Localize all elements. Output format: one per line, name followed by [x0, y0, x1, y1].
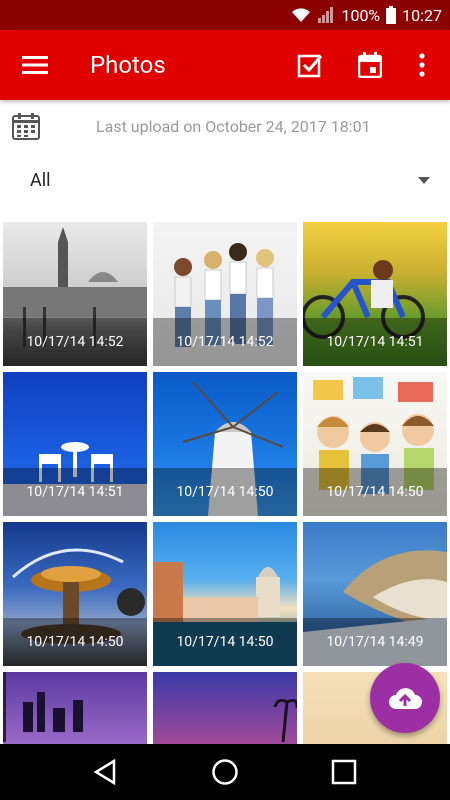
- photo-tile[interactable]: 10/17/14 14:52: [153, 222, 297, 366]
- photo-timestamp: 10/17/14 14:52: [3, 318, 147, 366]
- filter-selected-value: All: [30, 170, 51, 191]
- photo-tile[interactable]: [153, 672, 297, 744]
- home-icon: [212, 759, 238, 785]
- photo-tile[interactable]: 10/17/14 14:50: [153, 522, 297, 666]
- back-button[interactable]: [75, 744, 135, 800]
- app-bar: Photos: [0, 30, 450, 100]
- photo-tile[interactable]: [3, 672, 147, 744]
- back-icon: [93, 759, 116, 785]
- photo-timestamp: 10/17/14 14:51: [303, 318, 447, 366]
- photo-tile[interactable]: 10/17/14 14:52: [3, 222, 147, 366]
- status-bar: 100% 10:27: [0, 0, 450, 30]
- last-upload-text: Last upload on October 24, 2017 18:01: [96, 117, 371, 136]
- cell-signal-icon: [318, 7, 334, 23]
- photo-image: [273, 698, 297, 743]
- recents-button[interactable]: [314, 744, 374, 800]
- photo-timestamp: 10/17/14 14:50: [303, 468, 447, 516]
- photo-tile[interactable]: 10/17/14 14:50: [153, 372, 297, 516]
- photo-tile[interactable]: 10/17/14 14:51: [303, 222, 447, 366]
- photo-grid: 10/17/14 14:52 10/17/14 14:52 10/17/14 1…: [0, 222, 450, 744]
- photo-timestamp: 10/17/14 14:50: [153, 468, 297, 516]
- filter-dropdown[interactable]: All: [0, 154, 450, 208]
- calendar-button[interactable]: [352, 47, 388, 83]
- photo-tile[interactable]: 10/17/14 14:50: [303, 372, 447, 516]
- chevron-down-icon: [418, 177, 430, 184]
- recents-icon: [331, 759, 357, 785]
- upload-fab[interactable]: [370, 663, 440, 733]
- clock: 10:27: [402, 5, 442, 25]
- photo-timestamp: 10/17/14 14:52: [153, 318, 297, 366]
- cloud-upload-icon: [389, 688, 422, 709]
- home-button[interactable]: [195, 744, 255, 800]
- battery-icon: [386, 6, 397, 24]
- check-square-icon: [297, 54, 323, 78]
- photo-timestamp: 10/17/14 14:49: [303, 618, 447, 666]
- more-vert-icon: [419, 53, 425, 77]
- menu-icon: [22, 56, 48, 74]
- last-upload-row: Last upload on October 24, 2017 18:01: [0, 100, 450, 154]
- photo-tile[interactable]: 10/17/14 14:49: [303, 522, 447, 666]
- page-title: Photos: [90, 51, 166, 79]
- photo-timestamp: 10/17/14 14:51: [3, 468, 147, 516]
- calendar-grid-icon: [12, 113, 40, 140]
- select-button[interactable]: [292, 47, 328, 83]
- wifi-icon: [292, 8, 311, 22]
- more-options-button[interactable]: [404, 47, 440, 83]
- photo-timestamp: 10/17/14 14:50: [3, 618, 147, 666]
- photo-tile[interactable]: 10/17/14 14:50: [3, 522, 147, 666]
- photo-image: [3, 672, 83, 742]
- status-indicators: 100% 10:27: [291, 0, 442, 30]
- photo-timestamp: 10/17/14 14:50: [153, 618, 297, 666]
- menu-button[interactable]: [17, 47, 53, 83]
- system-nav-bar: [0, 744, 450, 800]
- calendar-icon: [358, 52, 382, 78]
- photo-tile[interactable]: 10/17/14 14:51: [3, 372, 147, 516]
- battery-percent: 100%: [341, 5, 381, 25]
